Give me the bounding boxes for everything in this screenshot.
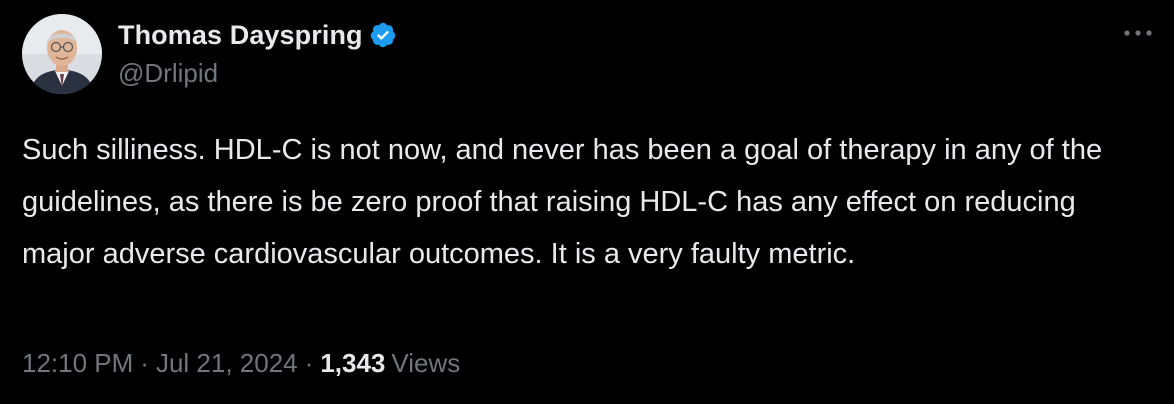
more-options-button[interactable] <box>1120 18 1156 48</box>
avatar[interactable] <box>22 14 102 94</box>
meta-separator: · <box>304 348 314 378</box>
tweet-date[interactable]: Jul 21, 2024 <box>156 348 298 379</box>
author-display-name[interactable]: Thomas Dayspring <box>118 20 363 51</box>
author-handle[interactable]: @Drlipid <box>118 58 218 89</box>
tweet-text: Such silliness. HDL-C is not now, and ne… <box>22 134 1103 270</box>
tweet-time[interactable]: 12:10 PM <box>22 348 133 379</box>
views-label: Views <box>391 348 461 378</box>
tweet-metadata: 12:10 PM · Jul 21, 2024 · 1,343 Views <box>22 348 460 379</box>
tweet-card: Thomas Dayspring @Drlipid Such silliness… <box>0 0 1174 404</box>
author-name-row: Thomas Dayspring <box>118 17 397 53</box>
meta-separator: · <box>140 348 149 378</box>
views-count[interactable]: 1,343 <box>320 348 385 379</box>
avatar-image <box>22 14 102 94</box>
ellipsis-icon <box>1124 30 1152 36</box>
verified-badge-icon[interactable] <box>369 21 397 49</box>
